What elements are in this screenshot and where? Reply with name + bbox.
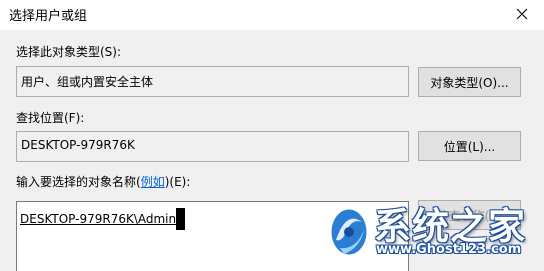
watermark-logo-icon [328, 206, 370, 258]
watermark-url: www.Ghost123.com [376, 242, 522, 257]
object-names-label-prefix: 输入要选择的对象名称( [16, 175, 141, 189]
title-bar: 选择用户或组 [0, 0, 544, 30]
close-button[interactable] [500, 0, 544, 28]
watermark: 系统之家 www.Ghost123.com [324, 194, 544, 271]
object-type-label: 选择此对象类型(S): [16, 45, 122, 59]
object-names-label: 输入要选择的对象名称(例如)(E): [16, 173, 190, 190]
object-types-button[interactable]: 对象类型(O)... [418, 67, 521, 97]
object-names-label-suffix: )(E): [164, 175, 191, 189]
locations-button[interactable]: 位置(L)... [418, 131, 521, 161]
window-title: 选择用户或组 [9, 9, 88, 24]
examples-link[interactable]: 例如 [141, 175, 165, 189]
object-names-value: DESKTOP-979R76K\Admin [20, 212, 177, 226]
location-label: 查找位置(F): [16, 111, 85, 125]
close-icon [516, 8, 528, 20]
location-field: DESKTOP-979R76K [16, 131, 409, 162]
object-type-field: 用户、组或内置安全主体 [16, 66, 409, 97]
text-cursor [176, 208, 186, 230]
